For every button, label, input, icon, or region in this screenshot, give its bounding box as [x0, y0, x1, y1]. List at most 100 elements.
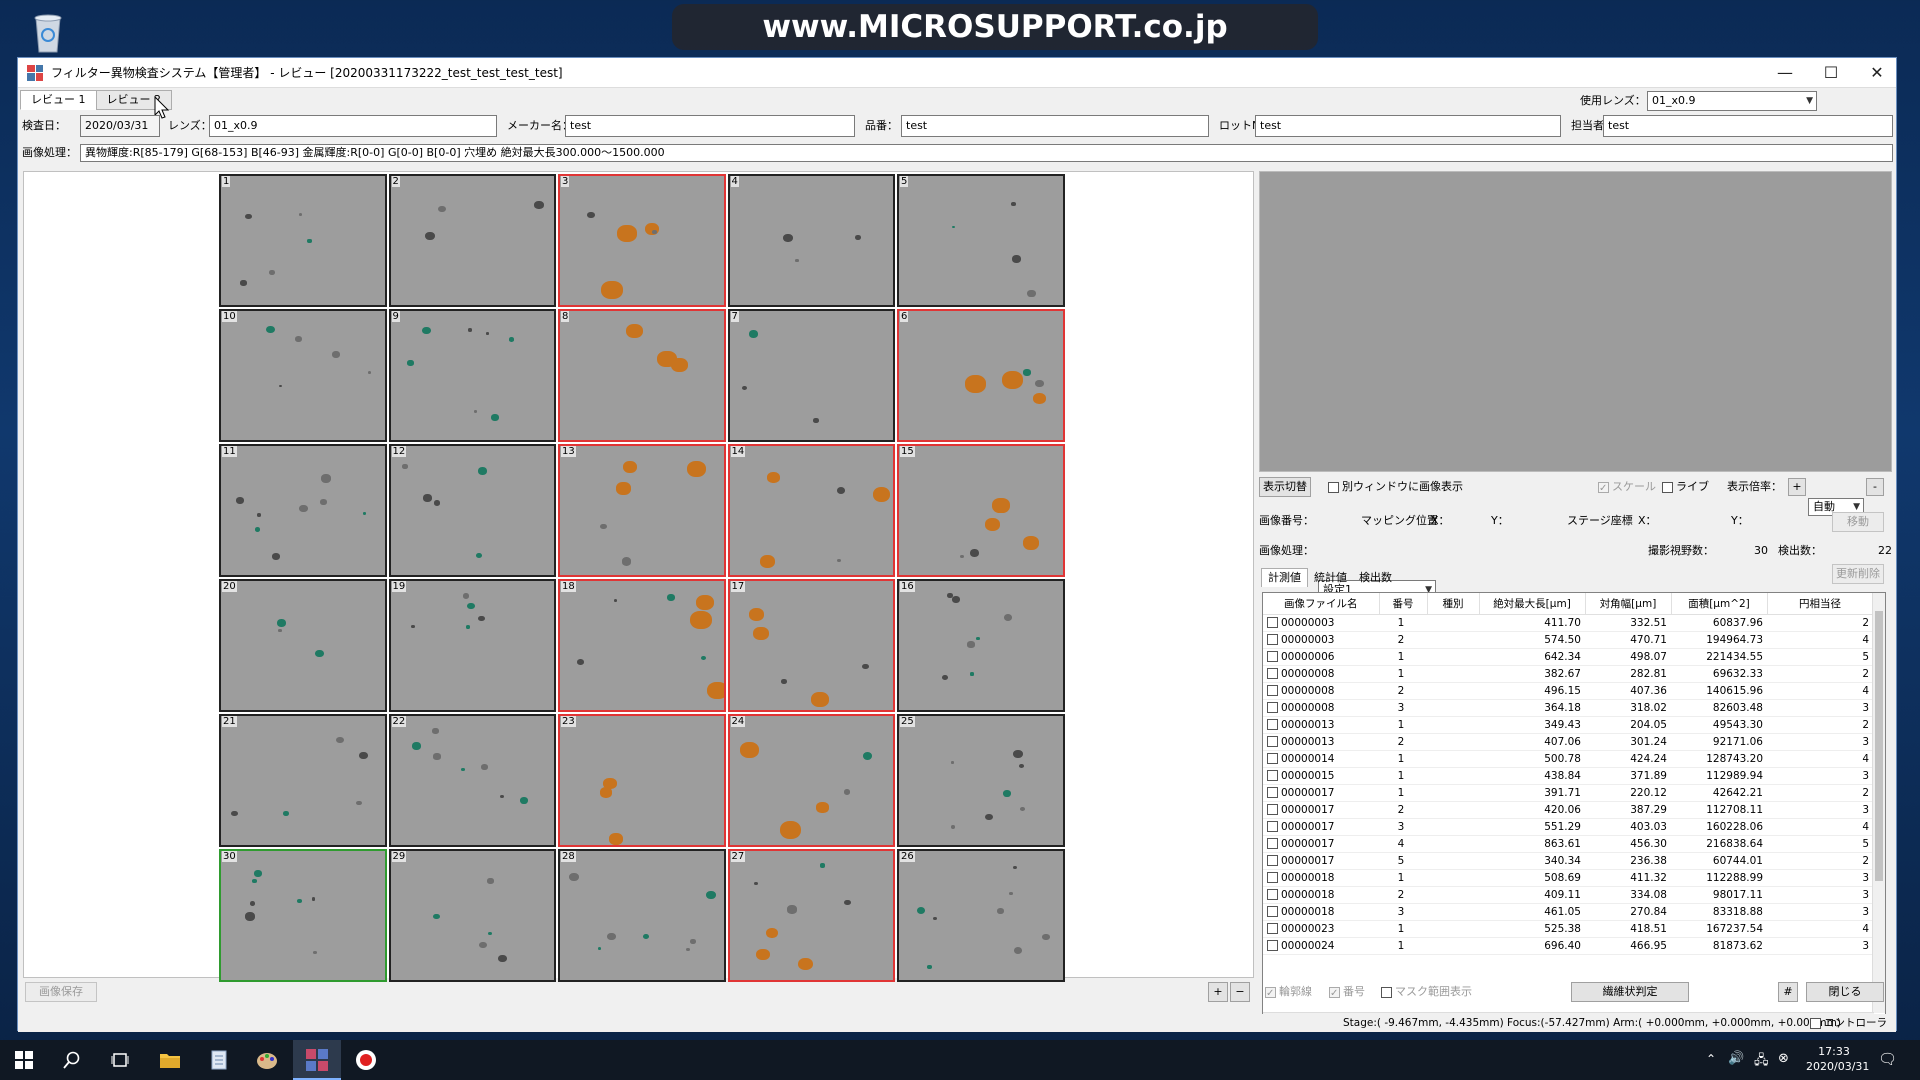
image-tile[interactable]: 26 — [897, 849, 1065, 982]
move-button[interactable]: 移動 — [1832, 512, 1884, 532]
image-tile[interactable]: 5 — [897, 174, 1065, 307]
zoom-in-button[interactable]: + — [1788, 478, 1806, 496]
table-row[interactable]: 00000013 2 407.06 301.24 92171.06 3 — [1263, 733, 1873, 751]
row-checkbox[interactable] — [1267, 923, 1278, 934]
recycle-bin-icon[interactable] — [24, 8, 72, 56]
inspection-app-icon[interactable] — [293, 1040, 341, 1080]
image-tile[interactable]: 20 — [219, 579, 387, 712]
lot-field[interactable]: test — [1255, 115, 1561, 137]
table-row[interactable]: 00000008 1 382.67 282.81 69632.33 2 — [1263, 665, 1873, 683]
tray-chevron-up-icon[interactable]: ⌃ — [1706, 1052, 1716, 1066]
table-row[interactable]: 00000008 2 496.15 407.36 140615.96 4 — [1263, 682, 1873, 700]
grid-zoom-out-button[interactable]: − — [1230, 982, 1250, 1002]
tab-statistics[interactable]: 統計値 — [1308, 569, 1353, 587]
person-field[interactable]: test — [1603, 115, 1893, 137]
table-row[interactable]: 00000017 3 551.29 403.03 160228.06 4 — [1263, 818, 1873, 836]
tab-review-1[interactable]: レビュー 1 — [20, 90, 97, 110]
image-tile[interactable]: 1 — [219, 174, 387, 307]
table-row[interactable]: 00000017 1 391.71 220.12 42642.21 2 — [1263, 784, 1873, 802]
row-checkbox[interactable] — [1267, 634, 1278, 645]
table-row[interactable]: 00000017 4 863.61 456.30 216838.64 5 — [1263, 835, 1873, 853]
column-header[interactable]: 種別 — [1427, 593, 1480, 615]
row-checkbox[interactable] — [1267, 872, 1278, 883]
image-tile[interactable]: 11 — [219, 444, 387, 577]
image-tile[interactable]: 10 — [219, 309, 387, 442]
tab-detect-count[interactable]: 検出数 — [1353, 569, 1398, 587]
windows-start-icon[interactable] — [0, 1040, 48, 1080]
row-checkbox[interactable] — [1267, 668, 1278, 679]
table-row[interactable]: 00000018 2 409.11 334.08 98017.11 3 — [1263, 886, 1873, 904]
image-tile[interactable]: 19 — [388, 579, 556, 712]
paint-app-icon[interactable] — [243, 1040, 291, 1080]
clock[interactable]: 17:33 2020/03/31 — [1806, 1044, 1869, 1074]
row-checkbox[interactable] — [1267, 736, 1278, 747]
row-checkbox[interactable] — [1267, 906, 1278, 917]
scale-checkbox[interactable]: スケール — [1598, 478, 1656, 498]
measurement-table[interactable]: 画像ファイル名 番号 種別 絶対最大長[μm] 対角幅[μm] 面積[μm^2] 円相当径 … — [1262, 592, 1886, 1028]
image-tile[interactable]: 9 — [388, 309, 556, 442]
separate-window-checkbox[interactable]: 別ウィンドウに画像表示 — [1328, 478, 1463, 496]
table-row[interactable]: 00000017 2 420.06 387.29 112708.11 3 — [1263, 801, 1873, 819]
image-tile[interactable]: 21 — [219, 714, 387, 847]
close-button[interactable]: 閉じる — [1806, 982, 1884, 1002]
column-header[interactable]: 円相当径 — [1767, 593, 1874, 615]
image-tile[interactable]: 30 — [219, 849, 387, 982]
notification-icon[interactable]: 🗨 — [1878, 1050, 1897, 1068]
part-field[interactable]: test — [901, 115, 1209, 137]
table-row[interactable]: 00000008 3 364.18 318.02 82603.48 3 — [1263, 699, 1873, 717]
image-tile[interactable]: 24 — [727, 714, 895, 847]
table-row[interactable]: 00000003 1 411.70 332.51 60837.96 2 — [1263, 614, 1873, 632]
save-image-button[interactable]: 画像保存 — [25, 982, 97, 1002]
column-header[interactable]: 面積[μm^2] — [1671, 593, 1768, 615]
image-tile[interactable]: 18 — [558, 579, 726, 712]
image-tile[interactable]: 14 — [727, 444, 895, 577]
date-field[interactable]: 2020/03/31 — [80, 115, 160, 137]
table-vertical-scrollbar[interactable] — [1872, 593, 1885, 1013]
outline-checkbox[interactable]: 輪郭線 — [1265, 983, 1312, 1003]
table-row[interactable]: 00000024 1 696.40 466.95 81873.62 3 — [1263, 937, 1873, 955]
task-view-icon[interactable] — [96, 1040, 144, 1080]
image-tile[interactable]: 16 — [897, 579, 1065, 712]
toggle-display-button[interactable]: 表示切替 — [1259, 477, 1311, 497]
image-tile[interactable]: 4 — [727, 174, 895, 307]
image-tile[interactable]: 8 — [558, 309, 726, 442]
search-icon[interactable] — [48, 1040, 96, 1080]
column-header[interactable]: 番号 — [1379, 593, 1428, 615]
table-row[interactable]: 00000006 1 642.34 498.07 221434.55 5 — [1263, 648, 1873, 666]
row-checkbox[interactable] — [1267, 719, 1278, 730]
column-header[interactable]: 絶対最大長[μm] — [1479, 593, 1586, 615]
file-explorer-icon[interactable] — [146, 1040, 194, 1080]
document-app-icon[interactable] — [195, 1040, 243, 1080]
tab-measurement[interactable]: 計測値 — [1261, 568, 1308, 587]
row-checkbox[interactable] — [1267, 685, 1278, 696]
number-checkbox[interactable]: 番号 — [1329, 983, 1365, 1003]
image-tile[interactable]: 22 — [388, 714, 556, 847]
ime-icon[interactable]: ⊗ — [1778, 1051, 1789, 1066]
network-icon[interactable]: 🖧 — [1754, 1051, 1769, 1073]
image-preview[interactable] — [1259, 171, 1892, 472]
table-row[interactable]: 00000017 5 340.34 236.38 60744.01 2 — [1263, 852, 1873, 870]
hash-button[interactable]: # — [1778, 982, 1798, 1002]
fiber-judge-button[interactable]: 繊維状判定 — [1571, 982, 1689, 1002]
image-tile[interactable]: 23 — [558, 714, 726, 847]
row-checkbox[interactable] — [1267, 838, 1278, 849]
row-checkbox[interactable] — [1267, 804, 1278, 815]
image-tile[interactable]: 6 — [897, 309, 1065, 442]
scroll-thumb[interactable] — [1875, 611, 1883, 881]
image-tile[interactable]: 29 — [388, 849, 556, 982]
refresh-delete-button[interactable]: 更新削除 — [1832, 564, 1884, 584]
row-checkbox[interactable] — [1267, 855, 1278, 866]
image-tile[interactable]: 15 — [897, 444, 1065, 577]
live-checkbox[interactable]: ライブ — [1662, 478, 1709, 496]
maximize-icon[interactable]: ☐ — [1808, 58, 1854, 88]
table-row[interactable]: 00000003 2 574.50 470.71 194964.73 4 — [1263, 631, 1873, 649]
table-row[interactable]: 00000023 1 525.38 418.51 167237.54 4 — [1263, 920, 1873, 938]
row-checkbox[interactable] — [1267, 617, 1278, 628]
image-tile[interactable]: 17 — [727, 579, 895, 712]
table-row[interactable]: 00000018 3 461.05 270.84 83318.88 3 — [1263, 903, 1873, 921]
mask-checkbox[interactable]: マスク範囲表示 — [1381, 983, 1472, 1001]
image-tile[interactable]: 2 — [388, 174, 556, 307]
row-checkbox[interactable] — [1267, 787, 1278, 798]
row-checkbox[interactable] — [1267, 753, 1278, 764]
lens-select[interactable]: 01_x0.9 ▼ — [1647, 91, 1817, 111]
